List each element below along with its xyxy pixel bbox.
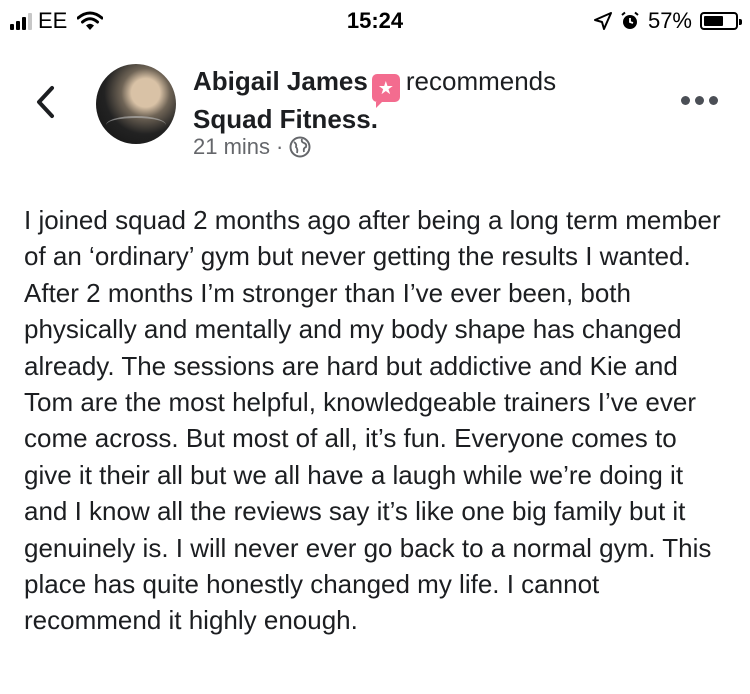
action-text: recommends	[405, 66, 557, 96]
battery-icon	[700, 12, 742, 30]
recommend-icon: ★	[371, 74, 400, 108]
post-meta: 21 mins ·	[193, 134, 311, 160]
battery-percent: 57%	[647, 8, 692, 33]
post-header: Abigail James ★ recommends Squad Fitness.	[193, 64, 633, 136]
more-options-button[interactable]	[681, 96, 718, 105]
post-body: I joined squad 2 months ago after being …	[24, 205, 721, 636]
status-bar: EE 15:24 57%	[0, 0, 750, 40]
status-right: 57%	[593, 8, 742, 34]
back-button[interactable]	[28, 82, 64, 122]
meta-separator: ·	[276, 134, 284, 159]
author-name[interactable]: Abigail James	[193, 66, 368, 96]
alarm-icon	[621, 11, 639, 29]
location-arrow-icon	[593, 12, 612, 30]
globe-icon	[289, 136, 311, 158]
avatar[interactable]	[96, 64, 176, 144]
page-name[interactable]: Squad Fitness.	[193, 104, 378, 134]
post-time[interactable]: 21 mins	[193, 134, 270, 160]
